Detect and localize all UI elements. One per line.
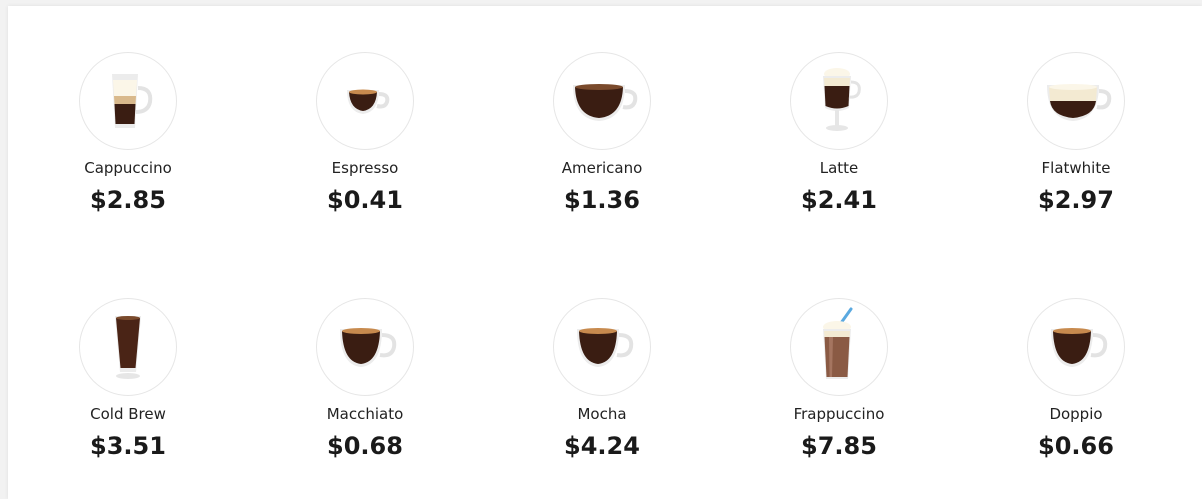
item-price: $0.41 [327, 186, 403, 214]
item-price: $7.85 [801, 432, 877, 460]
item-image-circle [790, 298, 888, 396]
item-image-circle [1027, 298, 1125, 396]
menu-item-espresso[interactable]: Espresso $0.41 [265, 52, 465, 214]
espresso-cup-icon [347, 89, 390, 114]
item-price: $1.36 [564, 186, 640, 214]
item-image-circle [553, 298, 651, 396]
menu-item-doppio[interactable]: Doppio $0.66 [976, 298, 1176, 460]
item-name: Cappuccino [84, 159, 172, 177]
menu-item-latte[interactable]: Latte $2.41 [739, 52, 939, 214]
menu-item-cappuccino[interactable]: Cappuccino $2.85 [28, 52, 228, 214]
menu-item-cold-brew[interactable]: Cold Brew $3.51 [28, 298, 228, 460]
item-price: $0.66 [1038, 432, 1114, 460]
item-price: $4.24 [564, 432, 640, 460]
flatwhite-cup-icon [1047, 84, 1112, 121]
item-image-circle [316, 298, 414, 396]
item-name: Flatwhite [1041, 159, 1111, 177]
item-price: $0.68 [327, 432, 403, 460]
item-price: $2.41 [801, 186, 877, 214]
item-name: Cold Brew [90, 405, 166, 423]
item-image-circle [790, 52, 888, 150]
item-image-circle [1027, 52, 1125, 150]
item-image-circle [79, 52, 177, 150]
latte-glass-icon [823, 68, 861, 131]
item-name: Doppio [1049, 405, 1103, 423]
item-price: $2.85 [90, 186, 166, 214]
coffee-menu-grid: Cappuccino $2.85 Espresso $0.41 American… [8, 6, 1202, 499]
menu-item-mocha[interactable]: Mocha $4.24 [502, 298, 702, 460]
item-image-circle [553, 52, 651, 150]
doppio-cup-icon [1051, 328, 1108, 367]
item-price: $3.51 [90, 432, 166, 460]
item-name: Americano [561, 159, 643, 177]
macchiato-cup-icon [340, 328, 397, 367]
menu-item-frappuccino[interactable]: Frappuccino $7.85 [739, 298, 939, 460]
menu-item-macchiato[interactable]: Macchiato $0.68 [265, 298, 465, 460]
item-name: Espresso [331, 159, 399, 177]
item-image-circle [79, 298, 177, 396]
coffee-menu-panel: Cappuccino $2.85 Espresso $0.41 American… [8, 6, 1202, 499]
item-name: Mocha [577, 405, 627, 423]
item-price: $2.97 [1038, 186, 1114, 214]
cappuccino-glass-icon [112, 74, 153, 128]
menu-item-americano[interactable]: Americano $1.36 [502, 52, 702, 214]
item-name: Latte [819, 159, 859, 177]
item-image-circle [316, 52, 414, 150]
item-name: Macchiato [326, 405, 404, 423]
menu-item-flatwhite[interactable]: Flatwhite $2.97 [976, 52, 1176, 214]
item-name: Frappuccino [793, 405, 885, 423]
americano-cup-icon [573, 84, 638, 121]
cold-brew-glass-icon [115, 316, 141, 379]
mocha-cup-icon [577, 328, 634, 367]
frappuccino-glass-icon [823, 307, 853, 379]
